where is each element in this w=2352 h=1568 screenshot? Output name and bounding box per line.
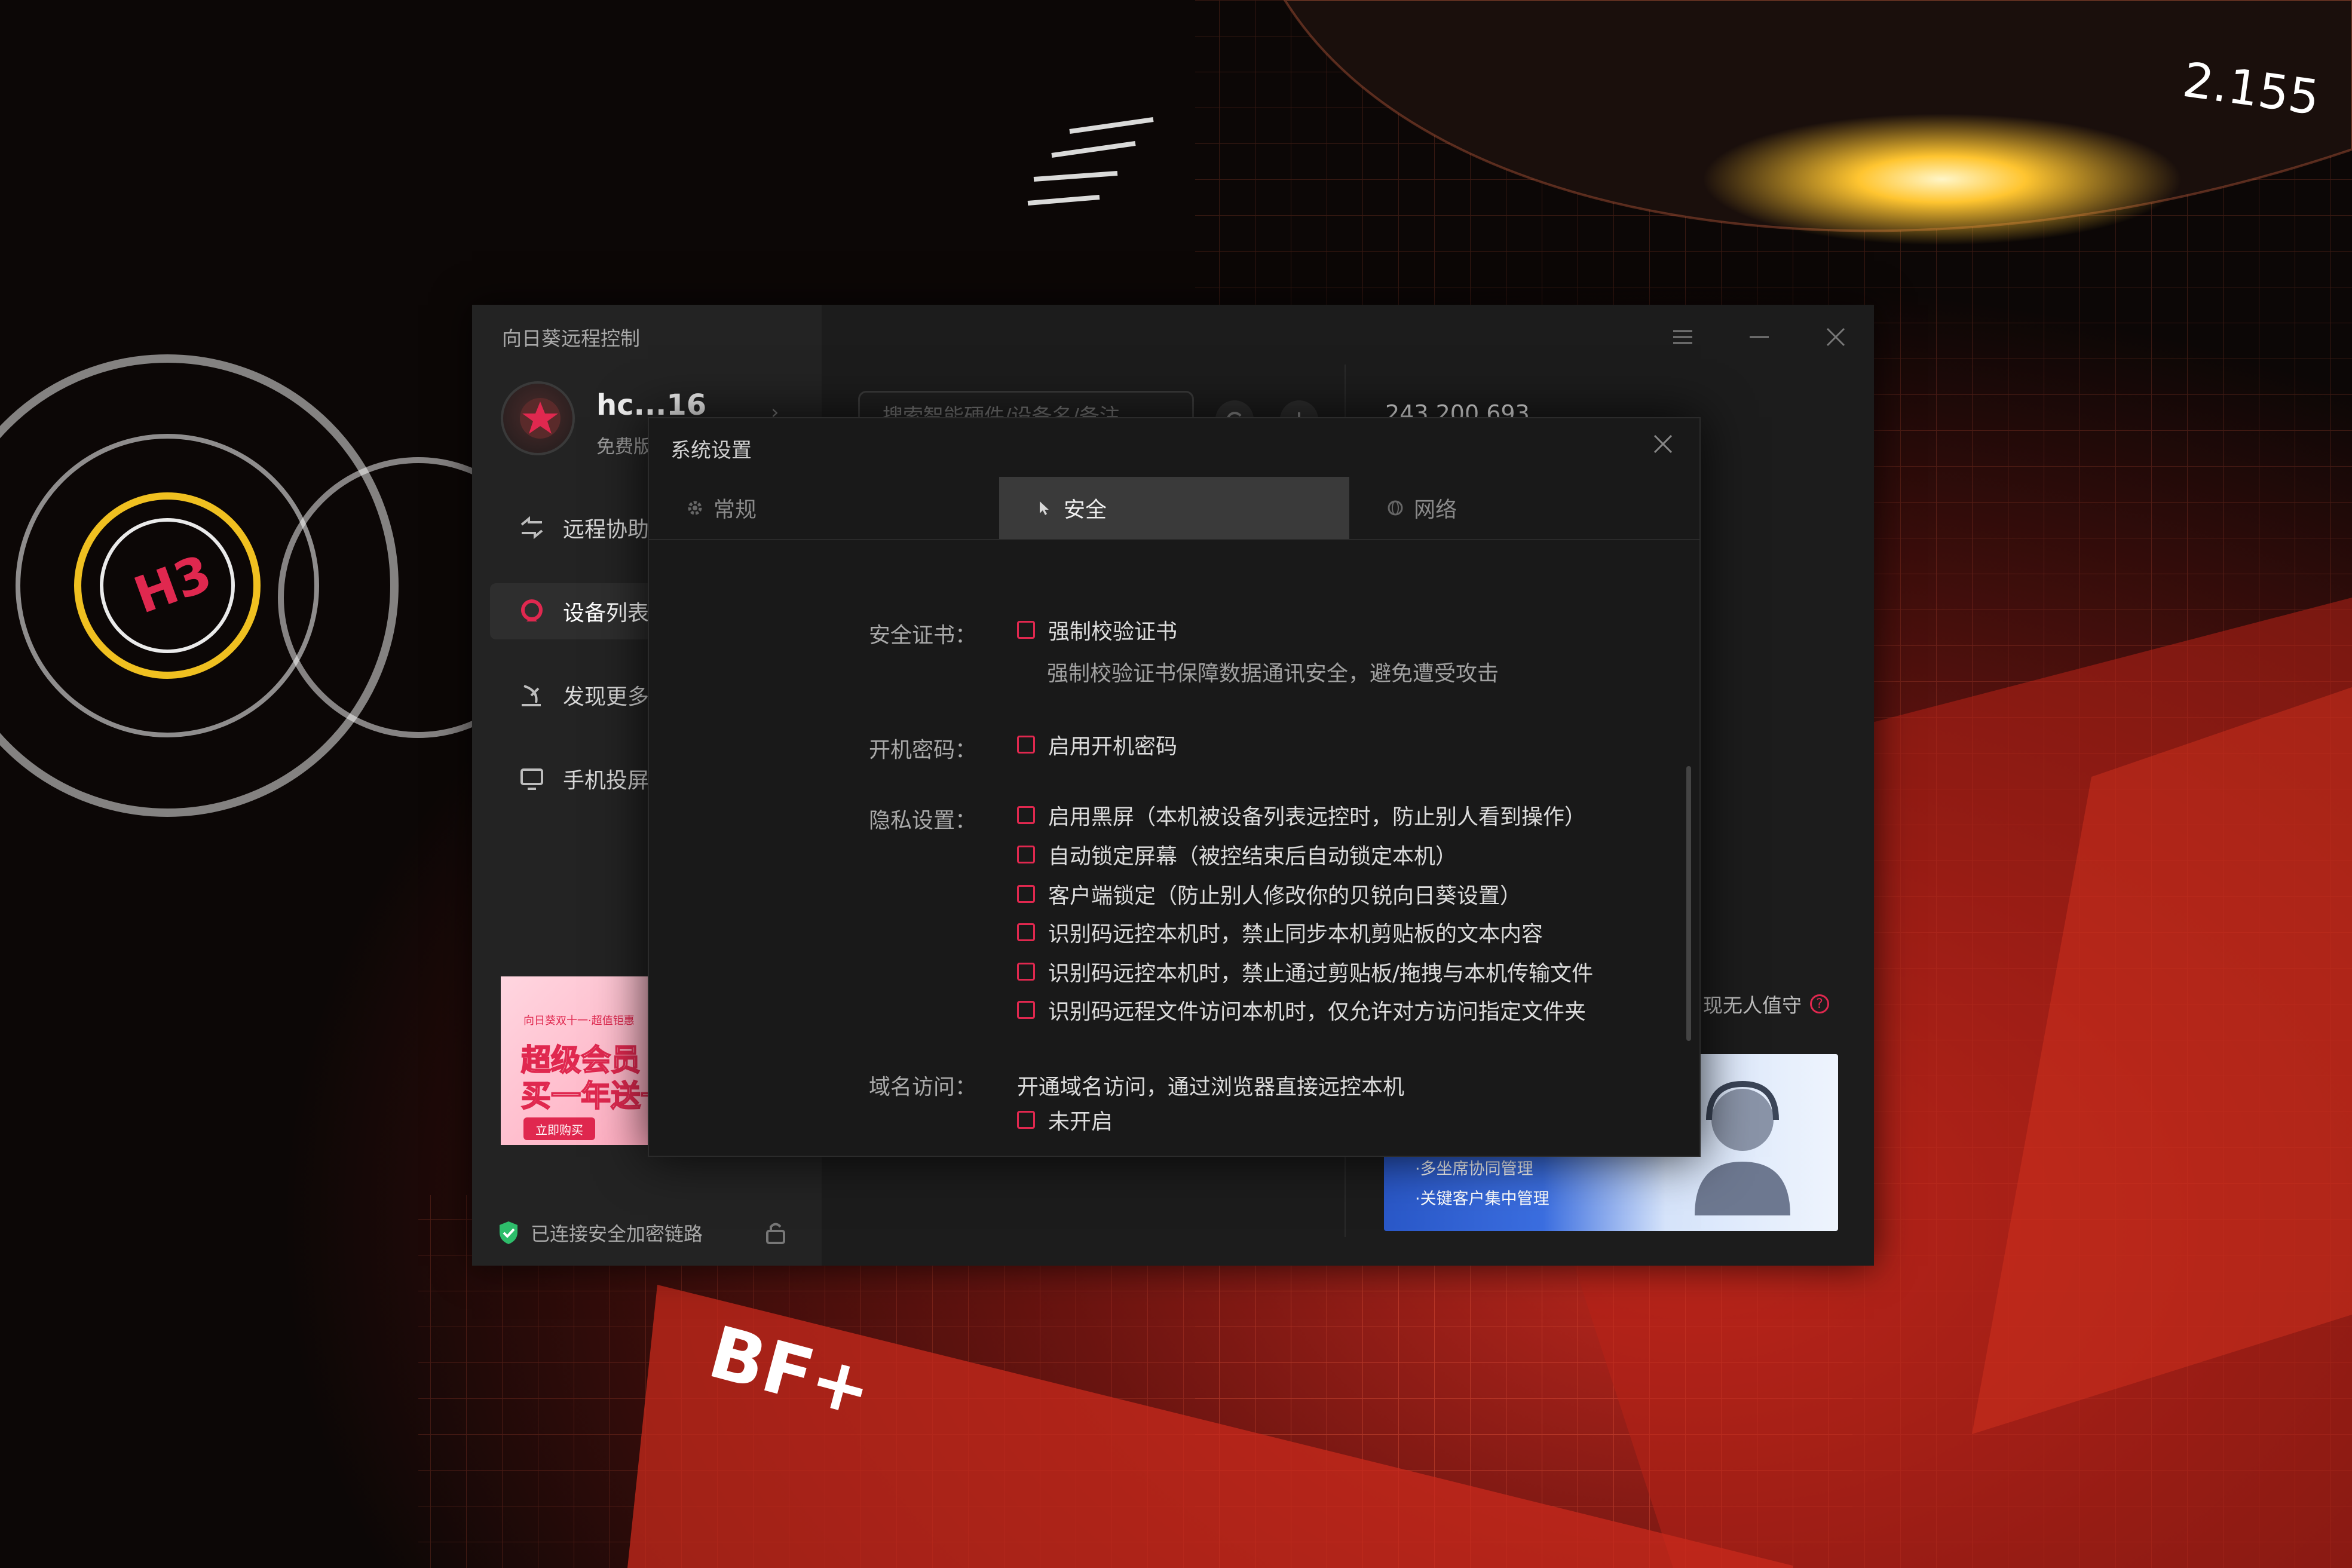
option-label: 客户端锁定（防止别人修改你的贝锐向日葵设置） — [1048, 884, 1522, 908]
domain-access-description: 开通域名访问，通过浏览器直接远控本机 — [1017, 1075, 1405, 1100]
tab-security[interactable]: 安全 — [999, 477, 1349, 539]
privacy-option-restrict-folders[interactable]: 识别码远程文件访问本机时，仅允许对方访问指定文件夹 — [1017, 996, 1586, 1024]
unattended-label: 现无人值守 — [1703, 994, 1802, 1017]
screen-cast-icon — [516, 763, 547, 794]
window-controls — [1668, 323, 1850, 351]
gear-icon — [688, 501, 702, 515]
option-label: 启用开机密码 — [1048, 734, 1178, 759]
ad-line: ·关键客户集中管理 — [1415, 1190, 1549, 1208]
domain-access-label: 域名访问： — [869, 1075, 977, 1100]
scrollbar[interactable] — [1686, 766, 1691, 1041]
option-label: 强制校验证书 — [1048, 620, 1178, 644]
secure-status-label: 已连接安全加密链路 — [531, 1223, 703, 1245]
discover-icon — [516, 679, 547, 710]
checkbox[interactable] — [1017, 736, 1035, 754]
app-title: 向日葵远程控制 — [502, 327, 640, 350]
checkbox[interactable] — [1017, 923, 1035, 941]
cursor-icon — [1040, 501, 1049, 515]
option-label: 识别码远控本机时，禁止通过剪贴板/拖拽与本机传输文件 — [1048, 961, 1594, 986]
checkbox[interactable] — [1017, 846, 1035, 863]
force-verify-cert-option[interactable]: 强制校验证书 — [1017, 615, 1177, 644]
sidebar-item-label: 发现更多 — [563, 685, 650, 709]
checkbox[interactable] — [1017, 806, 1035, 824]
tab-label: 网络 — [1414, 498, 1457, 522]
checkbox[interactable] — [1017, 1111, 1035, 1129]
privacy-option-no-file-transfer[interactable]: 识别码远控本机时，禁止通过剪贴板/拖拽与本机传输文件 — [1017, 957, 1593, 986]
remote-assist-icon — [516, 512, 547, 543]
tab-label: 安全 — [1064, 498, 1107, 522]
privacy-option-no-clipboard-sync[interactable]: 识别码远控本机时，禁止同步本机剪贴板的文本内容 — [1017, 918, 1543, 947]
unattended-link[interactable]: 现无人值守 ? — [1703, 990, 1829, 1018]
tab-general[interactable]: 常规 — [649, 477, 999, 539]
star-icon — [520, 398, 561, 439]
device-list-icon — [516, 596, 547, 627]
checkbox[interactable] — [1017, 1001, 1035, 1019]
dialog-title: 系统设置 — [670, 439, 752, 463]
profile-plan: 免费版 — [596, 436, 650, 458]
boot-password-label: 开机密码： — [869, 738, 977, 762]
privacy-option-black-screen[interactable]: 启用黑屏（本机被设备列表远控时，防止别人看到操作） — [1017, 801, 1586, 829]
settings-dialog: 系统设置 常规 安全 网络 安全证书： 强制校验证书 强制校验证书保障数据通讯安… — [648, 417, 1701, 1157]
checkbox[interactable] — [1017, 885, 1035, 903]
promo-tagline: 向日葵双十一·超值钜惠 — [523, 1015, 635, 1027]
security-cert-label: 安全证书： — [869, 623, 977, 648]
privacy-option-client-lock[interactable]: 客户端锁定（防止别人修改你的贝锐向日葵设置） — [1017, 880, 1521, 908]
settings-tabbar: 常规 安全 网络 — [649, 477, 1699, 540]
close-icon[interactable] — [1653, 434, 1673, 457]
support-agent-icon — [1695, 1080, 1790, 1215]
shield-check-icon — [500, 1221, 517, 1244]
security-cert-hint: 强制校验证书保障数据通讯安全，避免遭受攻击 — [1047, 662, 1499, 686]
menu-icon[interactable] — [1668, 323, 1697, 351]
sidebar-item-label: 远程协助 — [563, 517, 650, 542]
domain-access-option[interactable]: 未开启 — [1017, 1105, 1113, 1134]
promo-buy-button[interactable]: 立即购买 — [523, 1117, 595, 1140]
privacy-option-auto-lock[interactable]: 自动锁定屏幕（被控结束后自动锁定本机） — [1017, 840, 1457, 869]
checkbox[interactable] — [1017, 621, 1035, 639]
checkbox[interactable] — [1017, 963, 1035, 981]
avatar[interactable] — [501, 381, 575, 455]
ad-line: ·多坐席协同管理 — [1415, 1160, 1533, 1178]
close-icon[interactable] — [1821, 323, 1850, 351]
privacy-label: 隐私设置： — [869, 808, 977, 833]
option-label: 自动锁定屏幕（被控结束后自动锁定本机） — [1048, 844, 1457, 869]
tab-label: 常规 — [713, 498, 757, 522]
sidebar-item-label: 设备列表 — [563, 601, 650, 626]
help-icon[interactable]: ? — [1810, 994, 1829, 1013]
option-label: 启用黑屏（本机被设备列表远控时，防止别人看到操作） — [1048, 805, 1587, 829]
option-label: 未开启 — [1048, 1110, 1113, 1134]
minimize-icon[interactable] — [1745, 323, 1774, 351]
globe-icon — [1388, 500, 1403, 516]
tab-network[interactable]: 网络 — [1349, 477, 1699, 539]
lock-icon[interactable] — [764, 1220, 788, 1248]
sidebar-item-label: 手机投屏 — [563, 768, 650, 793]
option-label: 识别码远程文件访问本机时，仅允许对方访问指定文件夹 — [1048, 1000, 1587, 1024]
option-label: 识别码远控本机时，禁止同步本机剪贴板的文本内容 — [1048, 922, 1544, 947]
secure-connection-status: 已连接安全加密链路 — [497, 1219, 703, 1247]
enable-boot-password-option[interactable]: 启用开机密码 — [1017, 730, 1177, 759]
